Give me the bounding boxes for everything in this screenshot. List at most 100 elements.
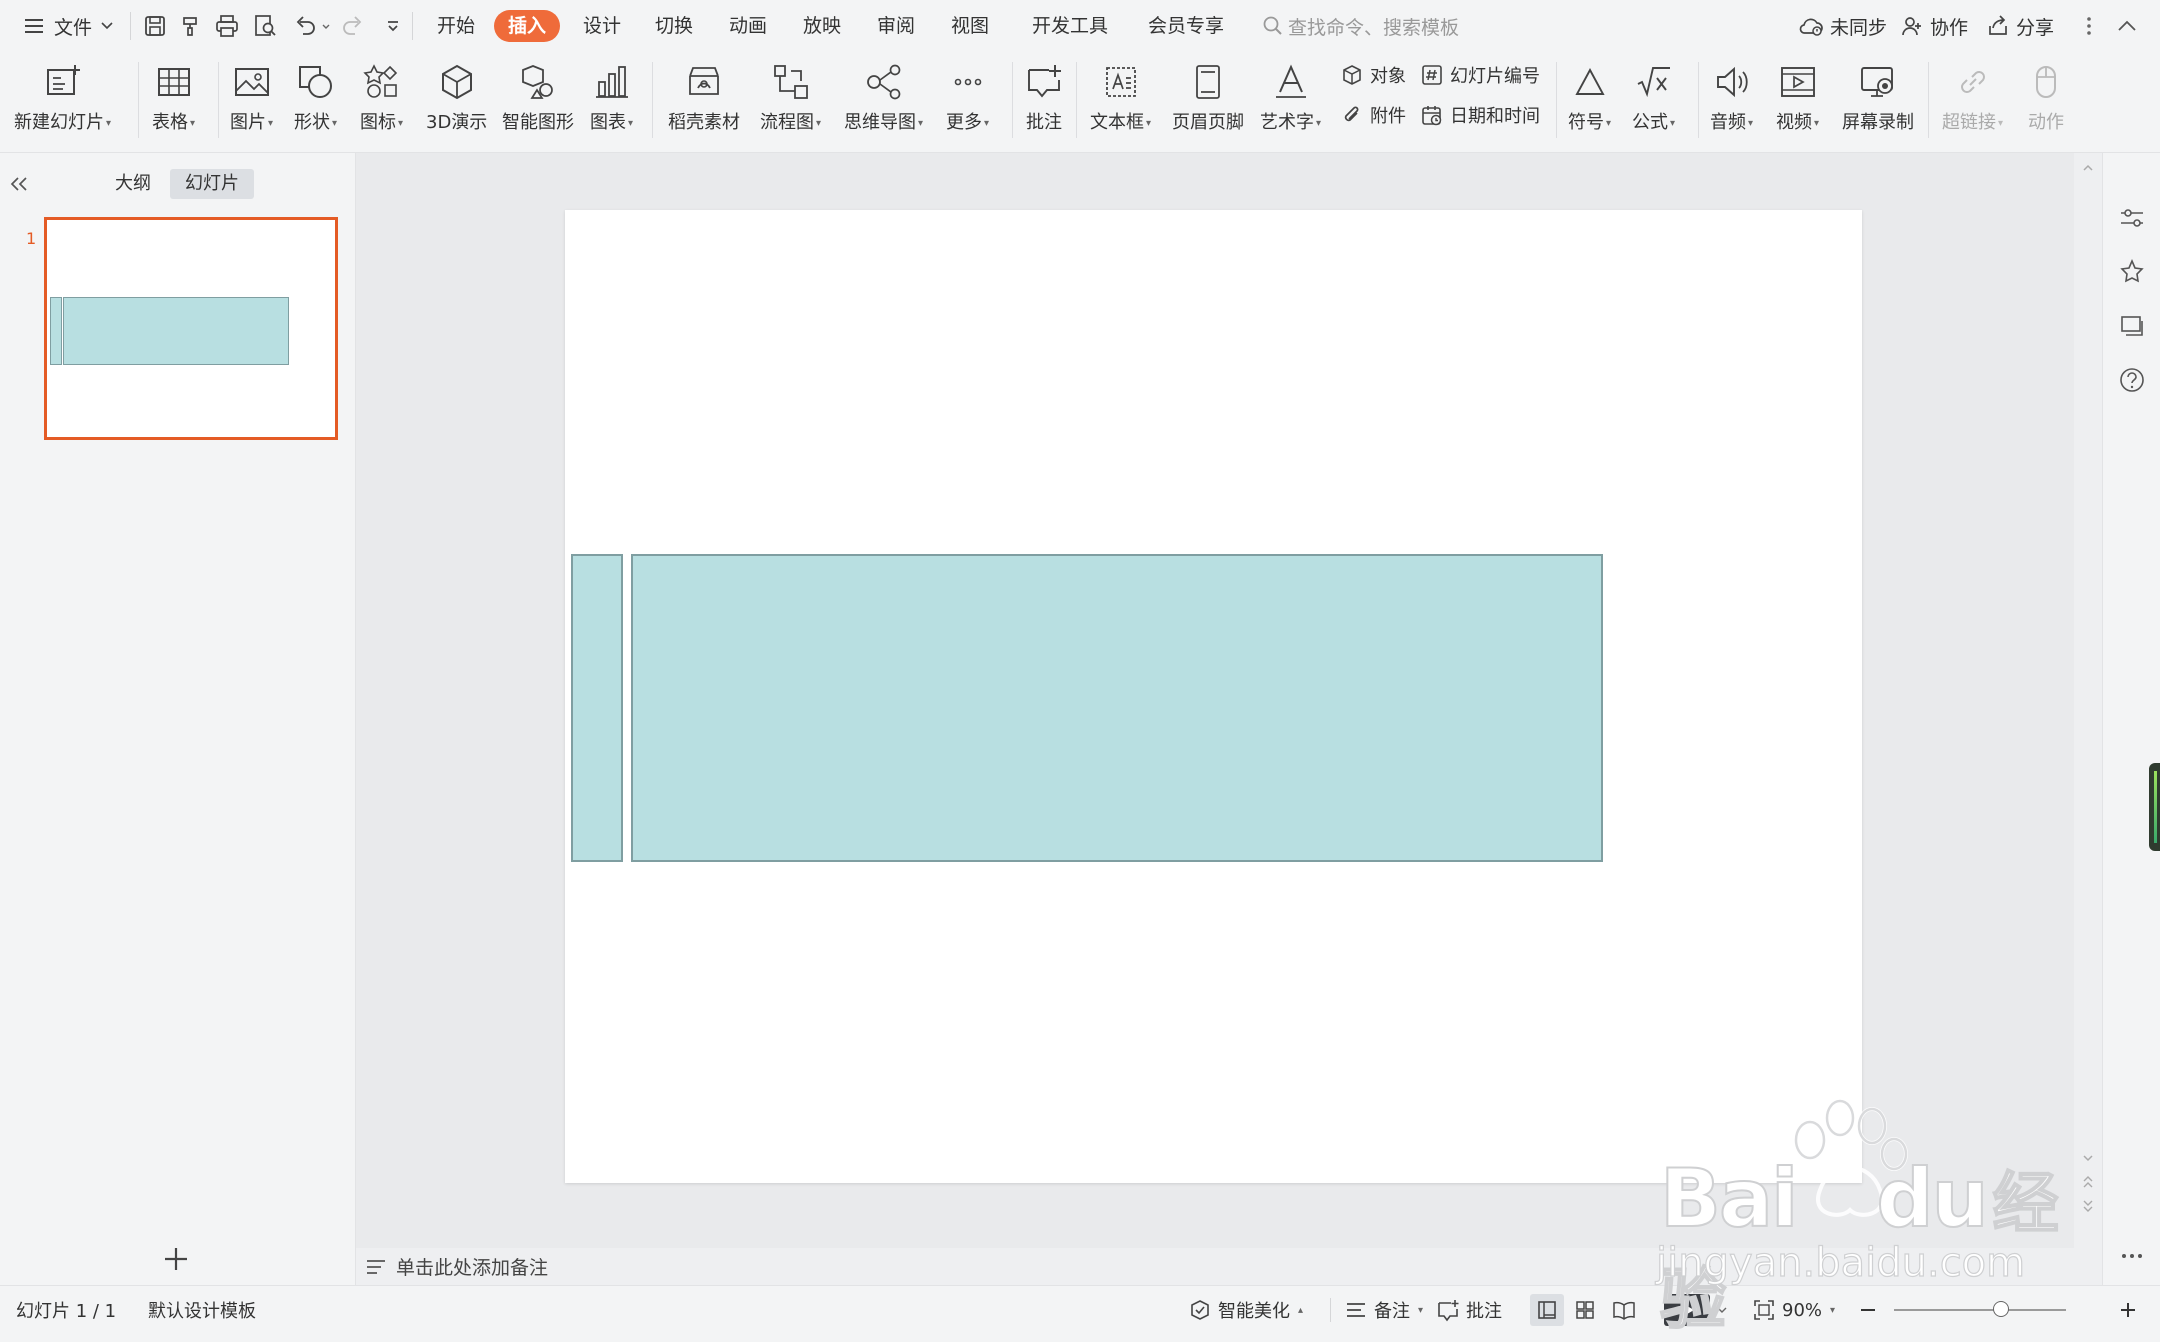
print-preview-icon[interactable] [252,13,278,39]
divider [130,12,131,40]
more-button[interactable]: 更多 ▾ [946,60,989,140]
tab-transition[interactable]: 切换 [644,10,704,42]
tab-member[interactable]: 会员专享 [1140,10,1232,42]
customize-toolbar-icon[interactable] [380,13,406,39]
smartart-icon [518,60,558,104]
scroll-up-icon[interactable] [2082,163,2094,173]
icon-label: 图标 [360,112,396,133]
slide-thumbnail-1[interactable] [44,217,338,440]
floating-handle[interactable] [2149,763,2160,851]
ellipsis-icon [948,60,988,104]
rectangle-shape-narrow[interactable] [571,554,623,862]
collapse-panel-icon[interactable] [6,171,32,197]
add-slide-icon[interactable] [160,1243,192,1275]
tab-view[interactable]: 视图 [940,10,1000,42]
print-icon[interactable] [214,13,240,39]
comments-toggle[interactable]: 批注 [1436,1286,1502,1334]
picture-button[interactable]: 图片 ▾ [230,60,273,140]
tab-insert[interactable]: 插入 [494,10,560,42]
mindmap-button[interactable]: 思维导图 ▾ [844,60,923,140]
zoom-slider-thumb[interactable] [1992,1301,2009,1317]
share-label: 分享 [2016,16,2055,39]
attachment-button[interactable]: 附件 [1340,100,1406,130]
mindmap-icon [864,60,904,104]
tab-home[interactable]: 开始 [426,10,486,42]
tab-slides[interactable]: 幻灯片 [170,169,254,199]
collapse-ribbon-icon[interactable] [2114,13,2140,39]
next-slide-icon[interactable] [2082,1197,2094,1215]
tab-slideshow[interactable]: 放映 [792,10,852,42]
sync-button[interactable]: 未同步 [1798,12,1887,40]
action-button[interactable]: 动作 [2026,60,2066,140]
notes-area[interactable]: 单击此处添加备注 [356,1248,2102,1285]
table-button[interactable]: 表格 ▾ [152,60,195,140]
tab-developer[interactable]: 开发工具 [1024,10,1116,42]
slide-index: 1 [26,229,37,248]
audio-button[interactable]: 音频 ▾ [1710,60,1753,140]
scroll-down-icon[interactable] [2082,1153,2094,1163]
datetime-button[interactable]: 日期和时间 [1420,100,1540,130]
formula-button[interactable]: 公式 ▾ [1632,60,1675,140]
zoom-in-icon[interactable] [2118,1286,2138,1334]
slide-number-button[interactable]: 幻灯片编号 [1420,60,1540,90]
help-icon[interactable] [2117,365,2147,395]
video-button[interactable]: 视频 ▾ [1776,60,1819,140]
redo-icon[interactable] [340,13,366,39]
slideshow-options-icon[interactable] [1716,1286,1728,1334]
slide-1[interactable] [565,210,1862,1183]
rectangle-shape-wide[interactable] [631,554,1603,862]
play-slideshow-icon[interactable] [1664,1294,1710,1326]
editing-canvas[interactable] [356,153,2074,1248]
format-painter-icon[interactable] [178,13,204,39]
properties-icon[interactable] [2117,203,2147,233]
share-button[interactable]: 分享 [1986,12,2054,40]
notes-toggle[interactable]: 备注 ▾ [1344,1286,1423,1334]
material-button[interactable]: 稻壳素材 [668,60,740,140]
slide-transition-icon[interactable] [2117,311,2147,341]
wordart-button[interactable]: 艺术字 ▾ [1260,60,1321,140]
more-vertical-icon[interactable] [2076,13,2102,39]
tab-design[interactable]: 设计 [572,10,632,42]
icon-button[interactable]: 图标 ▾ [360,60,403,140]
animation-star-icon[interactable] [2117,257,2147,287]
sync-label: 未同步 [1830,16,1888,39]
tab-outline[interactable]: 大纲 [104,169,162,199]
template-name[interactable]: 默认设计模板 [148,1286,256,1334]
tab-review[interactable]: 审阅 [866,10,926,42]
prev-slide-icon[interactable] [2082,1173,2094,1191]
bar-chart-icon [592,60,632,104]
symbol-button[interactable]: 符号 ▾ [1568,60,1611,140]
zoom-slider[interactable] [1894,1301,2066,1317]
smartart-button[interactable]: 智能图形 [502,60,574,140]
hyperlink-button[interactable]: 超链接 ▾ [1942,60,2003,140]
shape-button[interactable]: 形状 ▾ [294,60,337,140]
normal-view-icon[interactable] [1530,1294,1564,1326]
more-horizontal-icon[interactable] [2117,1241,2147,1271]
undo-icon[interactable] [292,13,318,39]
slide-sorter-icon[interactable] [1574,1286,1596,1334]
tab-animation[interactable]: 动画 [718,10,778,42]
beautify-button[interactable]: 智能美化 ▴ [1188,1286,1303,1334]
screen-record-button[interactable]: 屏幕录制 [1842,60,1914,140]
formula-label: 公式 [1632,112,1668,133]
vertical-scrollbar[interactable] [2074,153,2102,1248]
reading-view-icon[interactable] [1612,1286,1636,1334]
fit-window-icon[interactable] [1752,1298,1776,1322]
zoom-out-icon[interactable] [1858,1286,1878,1334]
zoom-level: 90% [1782,1299,1823,1321]
flowchart-button[interactable]: 流程图 ▾ [760,60,821,140]
undo-dropdown-icon[interactable] [320,13,332,39]
textbox-button[interactable]: 文本框 ▾ [1090,60,1151,140]
new-slide-button[interactable]: 新建幻灯片 ▾ [14,60,111,140]
save-icon[interactable] [142,13,168,39]
command-search[interactable]: 查找命令、搜索模板 [1262,12,1459,40]
collaborate-button[interactable]: 协作 [1900,12,1968,40]
header-footer-button[interactable]: 页眉页脚 [1172,60,1244,140]
chart-button[interactable]: 图表 ▾ [590,60,633,140]
comment-button[interactable]: 批注 [1024,60,1064,140]
zoom-control[interactable]: 90% ▾ [1752,1286,1835,1334]
3d-demo-button[interactable]: 3D演示 [426,60,487,140]
object-button[interactable]: 对象 [1340,60,1406,90]
smartart-label: 智能图形 [502,112,574,133]
file-menu[interactable]: 文件 [22,0,114,52]
